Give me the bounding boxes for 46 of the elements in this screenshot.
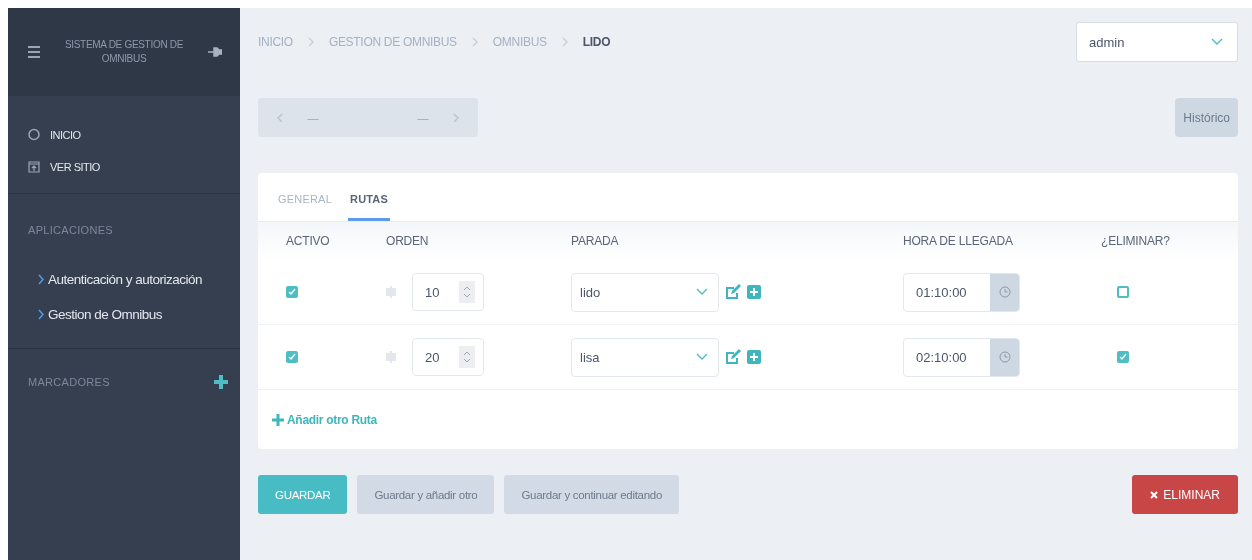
pager-text: — (417, 111, 429, 124)
sidebar-link[interactable]: VER SITIO (50, 161, 100, 173)
column-header: ¿ELIMINAR? (1100, 234, 1171, 248)
column-header: PARADA (570, 234, 620, 248)
pin-icon (208, 45, 222, 59)
section-heading: MARCADORES (28, 376, 110, 388)
menu-icon (28, 46, 40, 58)
section-heading: APLICACIONES (28, 224, 113, 236)
edit-icon[interactable] (725, 349, 741, 365)
checkbox[interactable] (286, 286, 298, 298)
app-title: SISTEMA DE GESTION DE OMNIBUS (63, 38, 185, 66)
plus-icon[interactable] (214, 375, 228, 389)
column-header: HORA DE LLEGADA (902, 234, 1014, 248)
edit-icon[interactable] (725, 284, 741, 300)
add-icon[interactable] (747, 350, 761, 364)
save-variant-button[interactable]: Guardar y añadir otro (357, 475, 495, 514)
pager-text: — (307, 111, 319, 124)
upload-icon (28, 161, 40, 173)
stop-select[interactable]: lisa (571, 337, 719, 377)
circle-icon (28, 128, 40, 141)
time-field[interactable]: 02:10:00 (903, 337, 1020, 377)
user-select[interactable]: admin (1076, 22, 1238, 62)
checkbox[interactable] (1117, 286, 1129, 298)
spinner-icon[interactable] (459, 281, 475, 303)
time-field[interactable]: 01:10:00 (903, 272, 1020, 312)
app-link[interactable]: Gestion de Omnibus (38, 307, 220, 322)
order-field[interactable]: 20 (412, 338, 484, 376)
plus-icon (272, 414, 284, 426)
spinner-icon[interactable] (459, 346, 475, 368)
chevron-icon (38, 274, 44, 285)
delete-button[interactable]: ELIMINAR (1132, 475, 1238, 514)
app-link[interactable]: Autenticación y autorización (38, 272, 220, 287)
checkbox[interactable] (286, 351, 298, 363)
breadcrumb-link[interactable]: LIDO (582, 35, 611, 49)
save-variant-button[interactable]: Guardar y continuar editando (504, 475, 679, 514)
chevron-icon (38, 309, 44, 320)
clock-icon[interactable] (998, 351, 1011, 363)
sidebar-link[interactable]: INICIO (50, 128, 81, 141)
add-icon[interactable] (747, 285, 761, 299)
checkbox[interactable] (1117, 351, 1129, 363)
column-header: ACTIVO (285, 234, 331, 248)
order-field[interactable]: 10 (412, 273, 484, 311)
clock-icon[interactable] (998, 286, 1011, 298)
stop-select[interactable]: lido (571, 272, 719, 312)
close-icon (1150, 490, 1159, 499)
column-header: ORDEN (385, 234, 430, 248)
